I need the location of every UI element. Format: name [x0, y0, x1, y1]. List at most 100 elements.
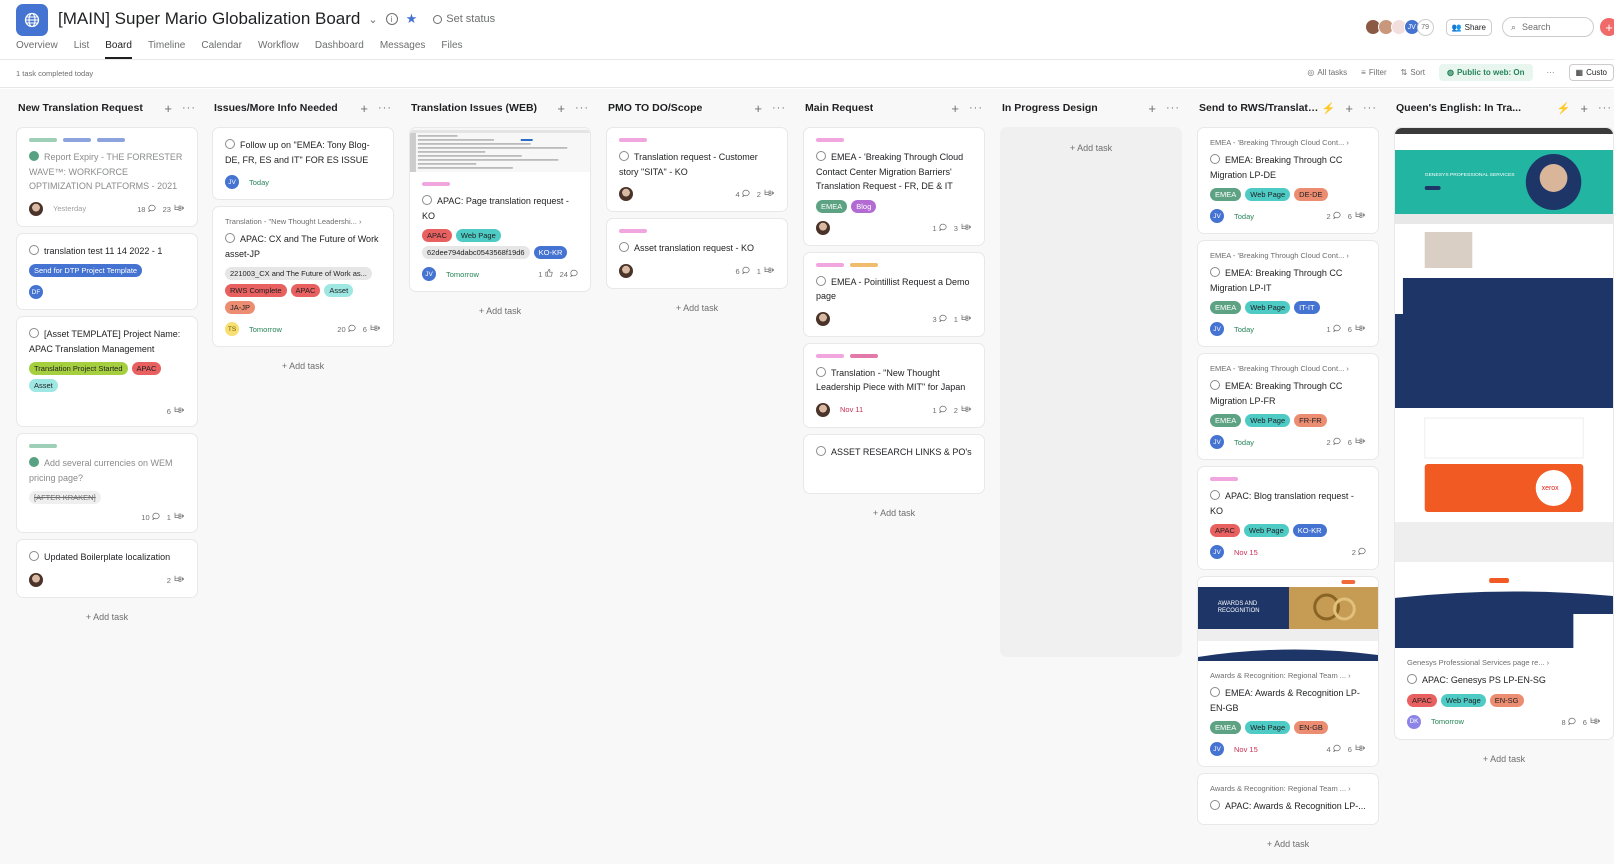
tag-pill[interactable]: Blog [851, 199, 877, 213]
assignee-avatar[interactable] [29, 572, 43, 587]
task-card[interactable]: EMEA - 'Breaking Through Cloud Cont... ›… [1197, 127, 1379, 234]
parent-task-link[interactable]: EMEA - 'Breaking Through Cloud Cont... › [1210, 364, 1366, 373]
column-more-icon[interactable]: ··· [378, 102, 392, 114]
tag-pill[interactable]: Asset [29, 379, 58, 392]
due-date[interactable]: Tomorrow [446, 270, 479, 279]
parent-task-link[interactable]: Translation - "New Thought Leadershi... … [225, 217, 381, 226]
comments-count[interactable]: 4 [1326, 744, 1341, 754]
add-task-plus-icon[interactable]: + [360, 101, 368, 116]
checkmark-icon[interactable] [29, 151, 39, 161]
assignee-avatar[interactable]: JV [1210, 435, 1224, 449]
parent-task-link[interactable]: Awards & Recognition: Regional Team ... … [1210, 784, 1366, 793]
comments-count[interactable]: 2 [1326, 437, 1341, 447]
tag-pill[interactable]: Web Page [1245, 414, 1291, 427]
add-task-plus-icon[interactable]: + [754, 101, 762, 116]
subtasks-count[interactable]: 6 [167, 406, 185, 416]
assignee-avatar[interactable] [816, 402, 830, 417]
assignee-avatar[interactable] [619, 187, 633, 201]
checkmark-icon[interactable] [225, 139, 235, 149]
tag-pill[interactable]: Web Page [1243, 524, 1289, 537]
checkmark-icon[interactable] [1210, 490, 1220, 500]
checkmark-icon[interactable] [619, 242, 629, 252]
tag-pill[interactable]: EMEA [1210, 301, 1242, 314]
checkmark-icon[interactable] [29, 551, 39, 561]
tag-pill[interactable]: Web Page [1245, 721, 1291, 734]
tag-pill[interactable]: RWS Complete [225, 284, 287, 297]
tag-pill[interactable]: Web Page [1440, 693, 1486, 707]
tag-pill[interactable]: KO-KR [533, 246, 568, 259]
checkmark-icon[interactable] [29, 328, 39, 338]
comments-count[interactable]: 2 [1352, 547, 1366, 557]
search-input[interactable]: ⌕ Search [1502, 17, 1594, 37]
task-card[interactable]: Updated Boilerplate localization 2 [16, 539, 198, 598]
tab-timeline[interactable]: Timeline [148, 40, 185, 59]
column-more-icon[interactable]: ··· [772, 102, 786, 114]
add-task-plus-icon[interactable]: + [1345, 101, 1353, 116]
checkmark-icon[interactable] [816, 151, 826, 161]
comments-count[interactable]: 1 [1326, 324, 1341, 334]
assignee-avatar[interactable]: DF [29, 285, 43, 299]
add-task-button[interactable]: + Add task [803, 500, 985, 526]
comments-count[interactable]: 3 [932, 314, 947, 324]
task-card[interactable]: EMEA - 'Breaking Through Cloud Contact C… [803, 127, 985, 246]
subtasks-count[interactable]: 2 [167, 575, 185, 585]
comments-count[interactable]: 20 [337, 324, 356, 334]
tag-pill[interactable]: Web Page [1245, 301, 1291, 314]
add-task-plus-icon[interactable]: + [164, 101, 172, 116]
tab-overview[interactable]: Overview [16, 40, 58, 59]
tag-pill[interactable]: APAC [131, 362, 162, 375]
checkmark-icon[interactable] [1210, 380, 1220, 390]
tab-dashboard[interactable]: Dashboard [315, 40, 364, 59]
likes-count[interactable]: 1 [538, 269, 553, 279]
checkmark-icon[interactable] [29, 457, 39, 467]
checkmark-icon[interactable] [29, 244, 39, 255]
task-card[interactable]: APAC: Blog translation request - KO APAC W… [1197, 466, 1379, 570]
assignee-avatar[interactable] [816, 311, 830, 326]
subtasks-count[interactable]: 2 [757, 189, 775, 199]
column-more-icon[interactable]: ··· [969, 102, 983, 114]
tab-messages[interactable]: Messages [380, 40, 426, 59]
subtasks-count[interactable]: 1 [167, 512, 185, 522]
task-card[interactable]: Asset translation request - KO 6 1 [606, 218, 788, 289]
assignee-avatar[interactable]: JV [422, 267, 436, 281]
task-card[interactable]: GENESYS PROFESSIONAL SERVICES xerox Genesy… [1394, 127, 1614, 740]
chevron-down-icon[interactable]: ⌄ [368, 13, 377, 26]
globe-icon[interactable] [16, 4, 48, 36]
tag-pill[interactable]: KO-KR [1292, 524, 1327, 537]
tag-pill[interactable]: Web Page [455, 229, 501, 242]
comments-count[interactable]: 18 [137, 204, 156, 214]
checkmark-icon[interactable] [816, 445, 826, 456]
add-task-button[interactable]: + Add task [409, 298, 591, 324]
due-date[interactable]: Today [249, 178, 269, 187]
assignee-avatar[interactable] [619, 263, 633, 278]
tag-pill[interactable]: [AFTER KRAKEN] [29, 491, 101, 504]
add-task-plus-icon[interactable]: + [1580, 101, 1588, 116]
tag-pill[interactable]: Send for DTP Project Template [29, 264, 143, 277]
tag-pill[interactable]: APAC [1407, 693, 1437, 707]
task-card[interactable]: EMEA - 'Breaking Through Cloud Cont... ›… [1197, 353, 1379, 460]
checkmark-icon[interactable] [1210, 687, 1220, 697]
tab-list[interactable]: List [74, 40, 90, 59]
due-date[interactable]: Nov 11 [840, 405, 863, 414]
column-more-icon[interactable]: ··· [1598, 102, 1612, 114]
column-more-icon[interactable]: ··· [1166, 102, 1180, 114]
tag-pill[interactable]: EMEA [1210, 188, 1242, 201]
subtasks-count[interactable]: 2 [954, 405, 972, 415]
assignee-avatar[interactable]: DK [1407, 714, 1421, 729]
tab-board[interactable]: Board [105, 40, 132, 59]
task-card[interactable]: EMEA - Pointillist Request a Demo page 3 … [803, 251, 985, 337]
assignee-avatar[interactable]: JV [1210, 742, 1224, 756]
add-task-button[interactable]: + Add task [212, 353, 394, 379]
column-more-icon[interactable]: ··· [575, 102, 589, 114]
task-card[interactable]: Translation - "New Thought Leadership Pi… [803, 342, 985, 428]
add-task-plus-icon[interactable]: + [557, 101, 565, 116]
due-date[interactable]: Nov 15 [1234, 745, 1258, 754]
subtasks-count[interactable]: 1 [954, 314, 972, 324]
public-to-web-toggle[interactable]: ◍ Public to web: On [1438, 64, 1533, 81]
customize-button[interactable]: ▦ Custo [1568, 64, 1614, 81]
tag-pill[interactable]: EMEA [1210, 414, 1242, 427]
assignee-avatar[interactable] [29, 201, 43, 216]
tab-workflow[interactable]: Workflow [258, 40, 299, 59]
tag-pill[interactable]: Web Page [1245, 188, 1291, 201]
tab-files[interactable]: Files [441, 40, 462, 59]
